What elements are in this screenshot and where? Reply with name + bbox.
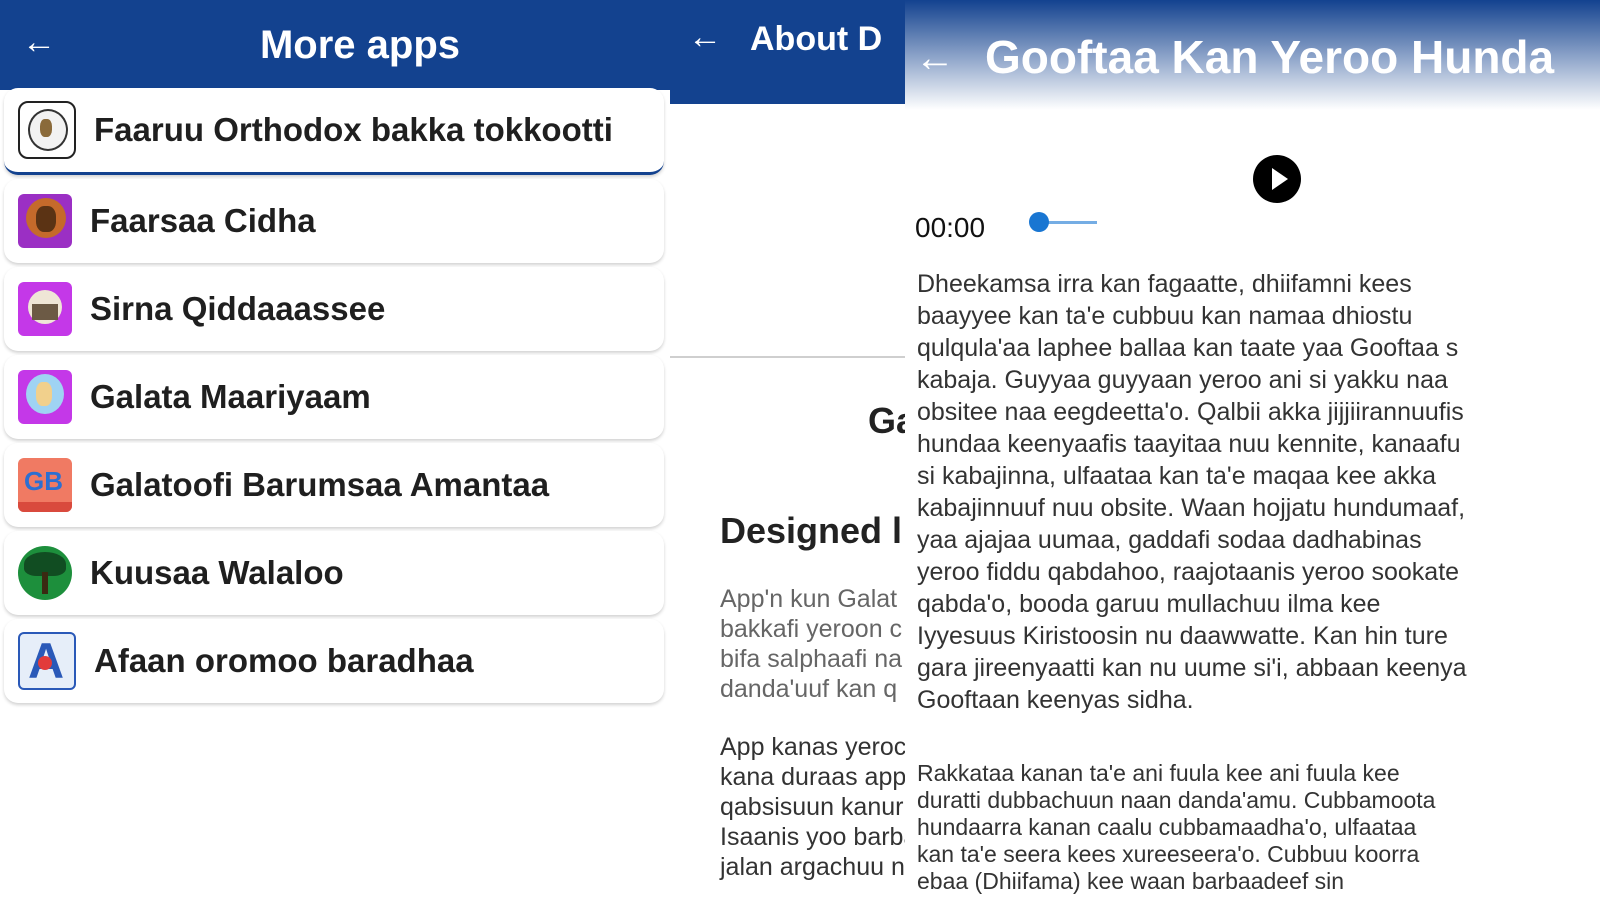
list-item[interactable]: Faaruu Orthodox bakka tokkootti <box>4 88 664 175</box>
text-line: qabda'o, booda garuu mullachuu ilma kee <box>917 590 1381 618</box>
text-line: hundaarra kanan caalu cubbamaadha'o, ulf… <box>917 814 1417 840</box>
lyrics-paragraph-1: Dheekamsa irra kan fagaatte, dhiifamni k… <box>917 268 1600 716</box>
text-line: qabsisuun kanur <box>720 793 904 821</box>
text-line: Dheekamsa irra kan fagaatte, dhiifamni k… <box>917 270 1412 298</box>
text-line: App'n kun Galat <box>720 585 898 613</box>
text-line: duratti dubbachuun naan danda'amu. Cubba… <box>917 787 1436 813</box>
list-item[interactable]: GB Galatoofi Barumsaa Amantaa <box>4 443 664 527</box>
orthodox-emblem-icon <box>18 101 76 159</box>
page-title: Gooftaa Kan Yeroo Hunda <box>985 31 1555 83</box>
text-line: kana duraas app <box>720 763 907 791</box>
list-item[interactable]: Galata Maariyaam <box>4 355 664 439</box>
text-line: Iyyesuus Kiristoosin nu daawwatte. Kan h… <box>917 622 1448 650</box>
app-list: Faaruu Orthodox bakka tokkootti Faarsaa … <box>0 88 670 707</box>
more-apps-screen: ← More apps Faaruu Orthodox bakka tokkoo… <box>0 0 670 900</box>
page-title: About D <box>750 20 883 58</box>
text-line: App kanas yeroc <box>720 733 907 761</box>
text-line: kabajinnuuf nuu obsite. Waan hojjatu hun… <box>917 494 1466 522</box>
app-bar: ← About D <box>670 0 920 104</box>
app-label: Afaan oromoo baradhaa <box>94 642 474 679</box>
text-line: bakkafi yeroon c <box>720 615 903 643</box>
app-bar: ← Gooftaa Kan Yeroo Hunda <box>905 0 1600 110</box>
app-label: Kuusaa Walaloo <box>90 554 344 591</box>
text-line: yeroo fiddu qabdahoo, raajotaanis yeroo … <box>917 558 1460 586</box>
designed-heading: Designed l <box>720 510 903 551</box>
time-elapsed: 00:00 <box>915 212 986 243</box>
tree-globe-icon <box>18 546 72 600</box>
text-line: kabaja. Guyyaa guyyaan yeroo ani si yakk… <box>917 366 1448 394</box>
list-item[interactable]: Faarsaa Cidha <box>4 179 664 263</box>
text-line: si kabajinna, ulfaataa kan ta'e maqaa ke… <box>917 462 1437 490</box>
list-item[interactable]: Sirna Qiddaaassee <box>4 267 664 351</box>
about-screen: ← About D Ga Designed l App'n kun Galat … <box>670 0 920 900</box>
text-line: Isaanis yoo barba <box>720 823 918 851</box>
about-paragraph-1: App'n kun Galat bakkafi yeroon c bifa sa… <box>720 584 920 704</box>
mary-icon <box>18 370 72 424</box>
song-screen: ← Gooftaa Kan Yeroo Hunda 00:00 Dheekams… <box>905 0 1600 900</box>
text-line: obsitee naa eegdeetta'o. Qalbii akka jij… <box>917 398 1464 426</box>
app-label: Sirna Qiddaaassee <box>90 290 386 327</box>
app-bar: ← More apps <box>0 0 670 90</box>
divider <box>670 356 910 358</box>
text-line: yaa ajajaa uumaa, gaddafi sodaa dadhabin… <box>917 526 1422 554</box>
text-line: danda'uuf kan q <box>720 675 898 703</box>
text-line: bifa salphaafi na <box>720 645 903 673</box>
list-item[interactable]: Kuusaa Walaloo <box>4 531 664 615</box>
text-line: baayyee kan ta'e cubbuu kan namaa dhiost… <box>917 302 1413 330</box>
seek-thumb[interactable] <box>1029 212 1049 232</box>
a-logo-icon: A <box>18 632 76 690</box>
gb-logo-icon: GB <box>18 458 72 512</box>
page-title: More apps <box>259 23 461 67</box>
text-line: hundaa keenyaafis taayitaa nuu kennite, … <box>917 430 1461 458</box>
list-item[interactable]: A Afaan oromoo baradhaa <box>4 619 664 703</box>
church-purple-icon <box>18 282 72 336</box>
about-paragraph-2: App kanas yeroc kana duraas app qabsisuu… <box>720 732 920 882</box>
app-label: Galata Maariyaam <box>90 378 371 415</box>
back-arrow-icon[interactable]: ← <box>915 36 955 81</box>
text-line: qulqula'aa laphee ballaa kan taate yaa G… <box>917 334 1459 362</box>
text-line: gara jireenyaatti kan nu uume si'i, abba… <box>917 654 1467 682</box>
lyrics-paragraph-2: Rakkataa kanan ta'e ani fuula kee ani fu… <box>917 760 1600 895</box>
text-line: Gooftaan keenyas sidha. <box>917 686 1194 714</box>
text-line: kan ta'e seera kees xureeseera'o. Cubbuu… <box>917 841 1420 867</box>
text-line: ebaa (Dhiifama) kee waan barbaadeef sin <box>917 868 1345 894</box>
icon-orange-purple <box>18 194 72 248</box>
text-line: jalan argachuu ni <box>720 853 911 881</box>
app-label: Galatoofi Barumsaa Amantaa <box>90 466 550 503</box>
app-label: Faaruu Orthodox bakka tokkootti <box>94 111 613 148</box>
app-label: Faarsaa Cidha <box>90 202 316 239</box>
text-line: Rakkataa kanan ta'e ani fuula kee ani fu… <box>917 760 1400 786</box>
play-button[interactable] <box>1253 155 1301 203</box>
back-arrow-icon[interactable]: ← <box>688 18 722 57</box>
